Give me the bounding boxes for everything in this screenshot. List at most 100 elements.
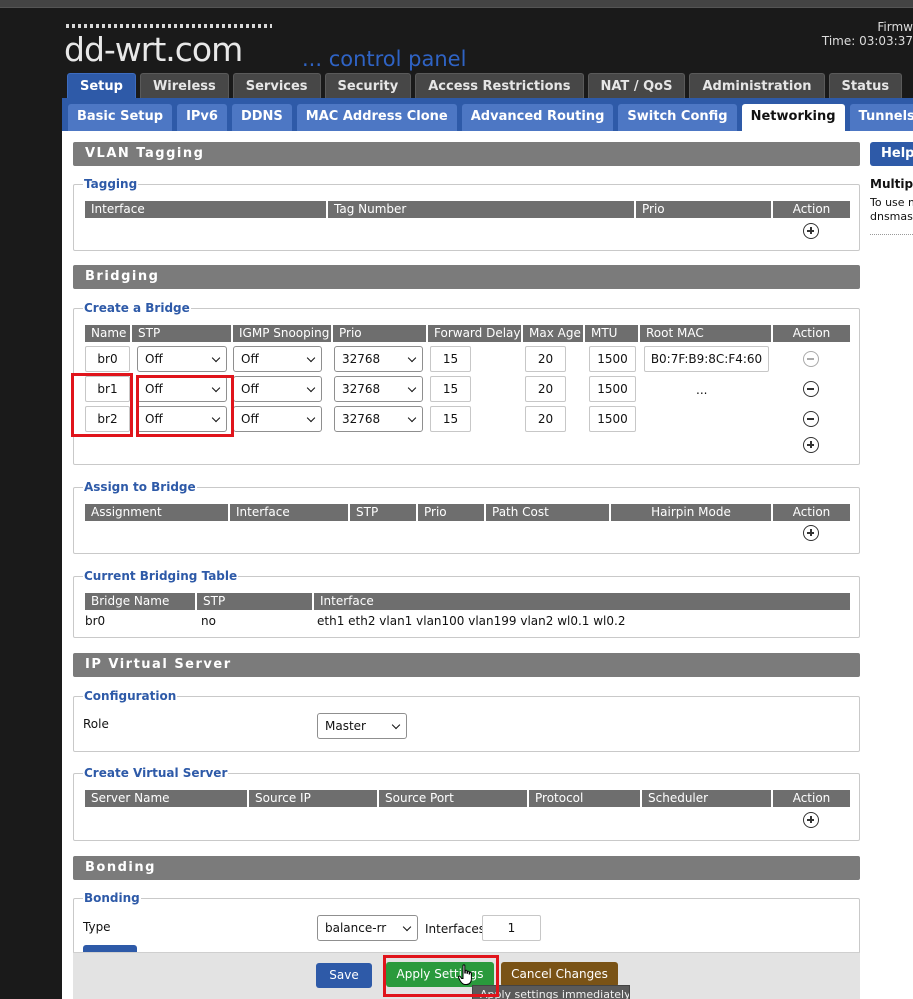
firmware-label: Firmw: [877, 20, 913, 34]
th-interface: Interface: [314, 593, 850, 610]
legend-create-bridge: Create a Bridge: [83, 301, 191, 315]
add-virtual-server-icon[interactable]: [803, 812, 819, 828]
tab-wireless[interactable]: Wireless: [139, 73, 229, 99]
mtu-input[interactable]: 1500: [589, 376, 636, 402]
fieldset-configuration: Configuration Role Master: [73, 689, 860, 752]
sub-tabs: Basic Setup IPv6 DDNS MAC Address Clone …: [68, 104, 913, 131]
add-vlan-icon[interactable]: [803, 223, 819, 239]
max-age-input[interactable]: 20: [525, 346, 566, 372]
igmp-select[interactable]: Off: [233, 346, 322, 372]
root-mac-text: ...: [696, 383, 708, 397]
help-text: To use m dnsmasq: [870, 196, 913, 224]
bonding-interfaces-label: Interfaces: [425, 922, 485, 936]
th-interface: Interface: [230, 504, 348, 521]
remove-bridge-icon[interactable]: [803, 411, 819, 427]
prio-select[interactable]: 32768: [334, 346, 423, 372]
save-button[interactable]: Save: [316, 963, 372, 988]
bridge-name-value: br0: [85, 614, 106, 628]
th-action: Action: [773, 504, 850, 521]
cancel-changes-button[interactable]: Cancel Changes: [501, 962, 618, 987]
legend-create-virtual-server: Create Virtual Server: [83, 766, 229, 780]
tab-access-restrictions[interactable]: Access Restrictions: [415, 73, 584, 99]
bonding-type-select[interactable]: balance-rr: [317, 915, 418, 941]
tab-status[interactable]: Status: [828, 73, 903, 99]
interface-value: eth1 eth2 vlan1 vlan100 vlan199 vlan2 wl…: [317, 614, 626, 628]
th-action: Action: [773, 790, 850, 807]
legend-tagging: Tagging: [83, 177, 139, 191]
logo-dots: [66, 24, 272, 28]
th-action: Action: [773, 325, 850, 342]
th-scheduler: Scheduler: [642, 790, 771, 807]
th-bridge-name: Bridge Name: [85, 593, 195, 610]
th-action: Action: [773, 201, 850, 218]
igmp-select[interactable]: Off: [233, 376, 322, 402]
legend-configuration: Configuration: [83, 689, 178, 703]
fieldset-tagging: Tagging Interface Tag Number Prio Action: [73, 177, 860, 251]
th-source-port: Source Port: [379, 790, 527, 807]
bonding-type-label: Type: [83, 920, 111, 934]
main-content: VLAN Tagging Tagging Interface Tag Numbe…: [62, 131, 913, 999]
root-mac-input[interactable]: B0:7F:B9:8C:F4:60: [644, 346, 769, 372]
forward-delay-input[interactable]: 15: [430, 346, 471, 372]
help-title: Help: [870, 142, 913, 166]
max-age-input[interactable]: 20: [525, 376, 566, 402]
subtab-switch-config[interactable]: Switch Config: [618, 104, 737, 131]
prio-select[interactable]: 32768: [334, 406, 423, 432]
igmp-select[interactable]: Off: [233, 406, 322, 432]
forward-delay-input[interactable]: 15: [430, 376, 471, 402]
th-name: Name: [85, 325, 130, 342]
role-select[interactable]: Master: [317, 713, 407, 739]
help-line-2: dnsmasq: [870, 210, 913, 223]
role-label: Role: [83, 717, 109, 731]
fieldset-create-virtual-server: Create Virtual Server Server Name Source…: [73, 766, 860, 841]
subtab-basic-setup[interactable]: Basic Setup: [68, 104, 173, 131]
subtab-ipv6[interactable]: IPv6: [177, 104, 227, 131]
bonding-interfaces-input[interactable]: 1: [482, 915, 541, 941]
max-age-input[interactable]: 20: [525, 406, 566, 432]
status-info: Firmw Time: 03:03:37: [822, 20, 913, 48]
th-source-ip: Source IP: [249, 790, 377, 807]
th-assignment: Assignment: [85, 504, 228, 521]
th-server-name: Server Name: [85, 790, 247, 807]
section-bridging: Bridging: [73, 265, 860, 289]
th-interface: Interface: [85, 201, 326, 218]
legend-bonding: Bonding: [83, 891, 141, 905]
bridge-name-input[interactable]: br0: [85, 346, 130, 372]
th-prio: Prio: [418, 504, 484, 521]
subtab-tunnels[interactable]: Tunnels: [849, 104, 913, 131]
hand-cursor-icon: [458, 964, 472, 985]
tab-services[interactable]: Services: [232, 73, 321, 99]
th-igmp-snooping: IGMP Snooping: [233, 325, 331, 342]
time-display: Time: 03:03:37: [821, 34, 913, 48]
th-max-age: Max Age: [523, 325, 583, 342]
window-top-strip: [0, 0, 913, 8]
left-margin: [0, 8, 62, 999]
th-prio: Prio: [333, 325, 426, 342]
add-assignment-icon[interactable]: [803, 525, 819, 541]
th-stp: STP: [197, 593, 312, 610]
subtab-ddns[interactable]: DDNS: [231, 104, 292, 131]
tab-setup[interactable]: Setup: [67, 73, 136, 99]
help-line-1: To use m: [870, 196, 913, 209]
th-stp: STP: [350, 504, 416, 521]
help-divider: [870, 234, 913, 235]
remove-bridge-icon[interactable]: [803, 381, 819, 397]
th-protocol: Protocol: [529, 790, 640, 807]
remove-bridge-icon[interactable]: [803, 351, 819, 367]
th-tag-number: Tag Number: [328, 201, 634, 218]
tab-security[interactable]: Security: [324, 73, 412, 99]
stp-select[interactable]: Off: [137, 346, 227, 372]
help-heading: Multiple: [870, 177, 913, 191]
subtab-networking[interactable]: Networking: [741, 104, 845, 131]
subtab-advanced-routing[interactable]: Advanced Routing: [461, 104, 614, 131]
th-prio: Prio: [636, 201, 771, 218]
forward-delay-input[interactable]: 15: [430, 406, 471, 432]
prio-select[interactable]: 32768: [334, 376, 423, 402]
mtu-input[interactable]: 1500: [589, 346, 636, 372]
logo: dd-wrt.com: [64, 30, 243, 69]
tab-administration[interactable]: Administration: [689, 73, 825, 99]
add-bridge-icon[interactable]: [803, 437, 819, 453]
subtab-mac-address-clone[interactable]: MAC Address Clone: [296, 104, 457, 131]
mtu-input[interactable]: 1500: [589, 406, 636, 432]
tab-nat-qos[interactable]: NAT / QoS: [587, 73, 686, 99]
